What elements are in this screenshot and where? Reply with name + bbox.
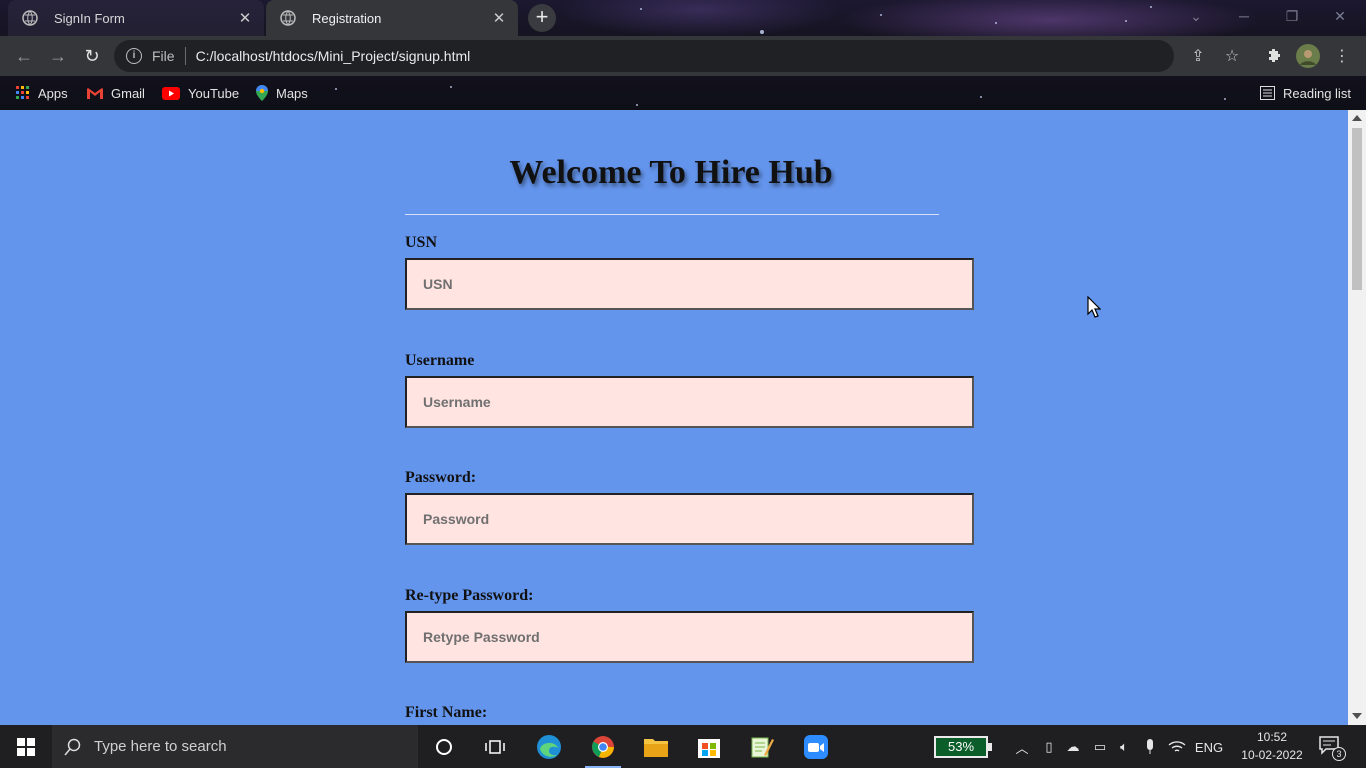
back-icon[interactable]: ← [12,44,36,68]
username-label: Username [405,352,475,369]
clock-date: 10-02-2022 [1241,748,1303,762]
apps-grid-icon [16,86,29,99]
browser-chrome: SignIn Form ✕ Registration ✕ + ⌄ ─ ❐ ✕ ←… [0,0,1366,110]
start-button[interactable] [0,725,52,768]
tab-registration[interactable]: Registration ✕ [266,0,518,36]
taskbar-search[interactable]: Type here to search [52,725,418,768]
maps-icon [256,85,268,101]
reading-list-icon [1260,86,1275,100]
username-input[interactable] [405,376,974,428]
language-indicator[interactable]: ENG [1192,736,1226,758]
chrome-browser-icon[interactable] [579,725,627,768]
scroll-thumb[interactable] [1352,128,1362,290]
zoom-app-icon[interactable] [792,725,840,768]
browser-toolbar: ← → ↻ i File C:/localhost/htdocs/Mini_Pr… [0,36,1366,76]
battery-indicator[interactable]: 53% [934,736,992,758]
reading-list-button[interactable]: Reading list [1260,82,1351,104]
tab-strip: SignIn Form ✕ Registration ✕ + ⌄ ─ ❐ ✕ [0,0,1366,36]
system-clock[interactable]: 10:52 10-02-2022 [1232,728,1312,764]
scroll-down-arrow-icon[interactable] [1352,713,1362,719]
minimize-icon[interactable]: ─ [1220,0,1268,32]
edge-browser-icon[interactable] [525,725,573,768]
wifi-icon[interactable] [1166,736,1188,758]
reload-icon[interactable]: ↻ [80,44,104,68]
volume-icon[interactable]: 🔈︎ [1114,736,1134,758]
divider [184,47,186,65]
search-icon [64,738,81,755]
page-title: Welcome To Hire Hub [509,154,833,191]
tablet-icon[interactable]: ▯ [1040,736,1058,758]
bookmark-apps[interactable]: Apps [16,82,68,104]
file-explorer-icon[interactable] [632,725,680,768]
bookmarks-bar: Apps Gmail YouTube Maps Reading list [0,76,1366,110]
battery-tray-icon[interactable]: ▭ [1090,736,1110,758]
bookmark-label: Maps [276,85,308,101]
notepad-plus-icon[interactable] [738,725,786,768]
gmail-icon [87,88,103,99]
address-bar[interactable]: i File C:/localhost/htdocs/Mini_Project/… [114,40,1174,72]
site-info-icon[interactable]: i [126,48,142,64]
window-close-icon[interactable]: ✕ [1316,0,1364,32]
notification-center-button[interactable]: 3 [1318,735,1346,761]
new-tab-button[interactable]: + [528,4,556,32]
tab-signin-form[interactable]: SignIn Form ✕ [8,0,264,36]
scheme-label: File [152,48,175,64]
youtube-icon [162,86,180,100]
globe-icon [280,10,296,26]
search-placeholder: Type here to search [94,738,227,755]
close-tab-icon[interactable]: ✕ [236,9,254,27]
profile-avatar[interactable] [1296,44,1320,68]
retype-password-input[interactable] [405,611,974,663]
page-scrollbar[interactable] [1348,110,1366,725]
windows-taskbar: Type here to search 53% ︿ ▯ ☁ ▭ 🔈︎ ENG 1… [0,725,1366,768]
microphone-icon[interactable] [1140,736,1160,758]
tab-search-icon[interactable]: ⌄ [1172,0,1220,32]
usn-label: USN [405,234,438,251]
retype-password-label: Re-type Password: [405,587,534,604]
url-text[interactable]: C:/localhost/htdocs/Mini_Project/signup.… [196,48,471,64]
share-icon[interactable]: ⇪ [1186,44,1210,68]
first-name-label: First Name: [405,704,488,721]
menu-kebab-icon[interactable]: ⋮ [1330,44,1354,68]
task-view-icon[interactable] [471,725,519,768]
microsoft-store-icon[interactable] [685,725,733,768]
tab-label: Registration [312,10,382,26]
bookmark-youtube[interactable]: YouTube [162,82,239,104]
scroll-up-arrow-icon[interactable] [1352,115,1362,121]
usn-input[interactable] [405,258,974,310]
windows-logo-icon [17,737,35,756]
forward-icon[interactable]: → [46,44,70,68]
bookmark-maps[interactable]: Maps [256,82,308,104]
reading-list-label: Reading list [1283,85,1351,101]
extensions-icon[interactable] [1262,44,1286,68]
show-hidden-icons-icon[interactable]: ︿ [1012,736,1032,758]
restore-icon[interactable]: ❐ [1268,0,1316,32]
bookmark-star-icon[interactable]: ☆ [1220,44,1244,68]
cortana-icon[interactable] [420,725,468,768]
title-divider [405,214,939,215]
close-tab-icon[interactable]: ✕ [490,9,508,27]
bookmark-label: Gmail [111,85,145,101]
tab-label: SignIn Form [54,10,125,26]
password-input[interactable] [405,493,974,545]
page-viewport: Welcome To Hire Hub USN Username Passwor… [0,110,1348,725]
bookmark-label: YouTube [188,85,240,101]
bookmark-label: Apps [38,85,68,101]
globe-icon [22,10,38,26]
notification-count-badge: 3 [1332,747,1346,761]
clock-time: 10:52 [1256,730,1288,744]
onedrive-icon[interactable]: ☁ [1062,736,1084,758]
mouse-cursor-icon [1087,296,1101,318]
bookmark-gmail[interactable]: Gmail [87,82,145,104]
password-label: Password: [405,469,477,486]
